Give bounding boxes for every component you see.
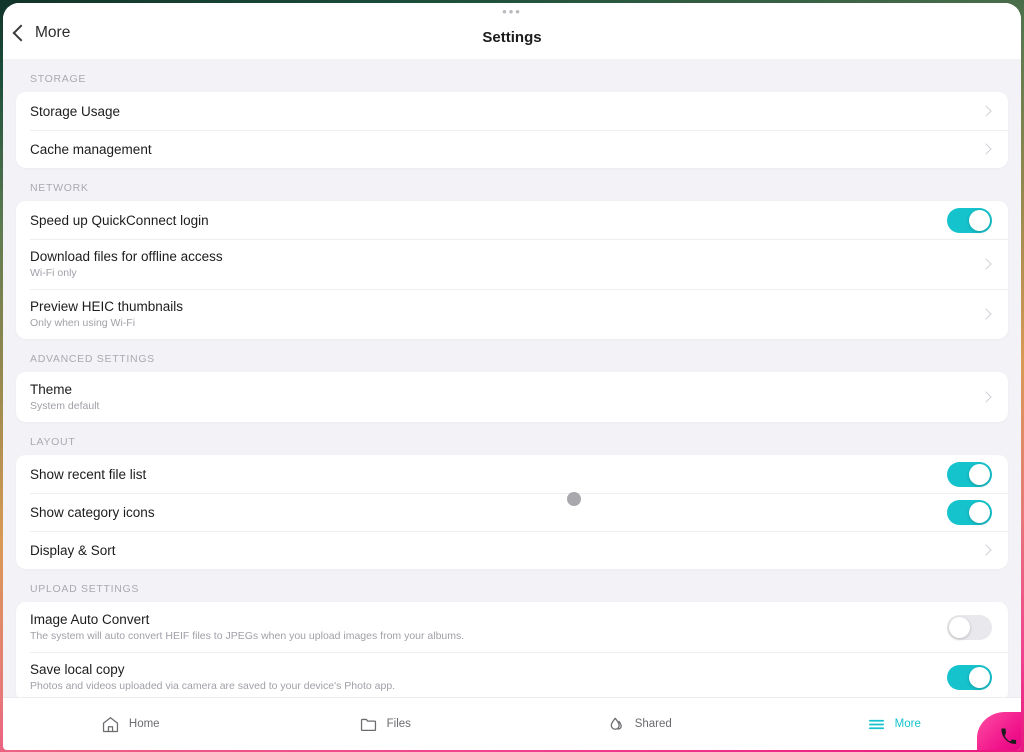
section-header-storage: STORAGE: [30, 73, 87, 85]
settings-card-layout: Show recent file list Show category icons…: [16, 455, 1008, 569]
tab-home[interactable]: Home: [3, 698, 258, 750]
row-text-block: Image Auto Convert The system will auto c…: [30, 602, 947, 652]
toggle-show-category-icons[interactable]: [947, 499, 992, 525]
row-title: Speed up QuickConnect login: [30, 212, 209, 228]
chevron-right-icon: [980, 258, 992, 270]
tab-label: Shared: [634, 718, 672, 730]
settings-card-network: Speed up QuickConnect login Download file…: [16, 201, 1008, 339]
chevron-right-icon: [980, 308, 992, 320]
toggle-knob: [969, 463, 990, 485]
toggle-knob: [969, 666, 990, 688]
row-text-block: Save local copy Photos and videos uploade…: [30, 652, 947, 697]
toggle-knob: [969, 209, 990, 231]
page-title: Settings: [482, 29, 542, 46]
bottom-tab-bar: Home Files Shared More: [3, 697, 1021, 750]
sheet-grabber-dots[interactable]: •••: [3, 5, 1021, 18]
chevron-right-icon: [980, 143, 992, 155]
toggle-knob: [969, 501, 990, 523]
row-title: Download files for offline access: [30, 249, 223, 264]
settings-card-storage: Storage Usage Cache management: [16, 92, 1008, 168]
settings-row-storage-usage[interactable]: Storage Usage: [16, 92, 1008, 130]
row-subtitle: Only when using Wi-Fi: [30, 317, 136, 329]
row-title: Preview HEIC thumbnails: [30, 299, 184, 314]
settings-row-cache-management[interactable]: Cache management: [16, 130, 1008, 168]
settings-row-save-local-copy[interactable]: Save local copy Photos and videos uploade…: [16, 652, 1008, 697]
settings-card-upload-settings: Image Auto Convert The system will auto c…: [16, 602, 1008, 697]
settings-row-preview-heic-thumbnails[interactable]: Preview HEIC thumbnails Only when using W…: [16, 289, 1008, 339]
row-subtitle: Wi-Fi only: [30, 267, 77, 279]
section-header-upload-settings: UPLOAD SETTINGS: [30, 583, 140, 595]
row-title: Theme: [30, 382, 73, 397]
row-subtitle: Photos and videos uploaded via camera ar…: [30, 680, 396, 692]
settings-row-theme[interactable]: Theme System default: [16, 372, 1008, 422]
row-text-block: Storage Usage: [30, 94, 982, 129]
row-text-block: Download files for offline access Wi-Fi o…: [30, 239, 982, 289]
settings-scroll-area[interactable]: STORAGE Storage Usage Cache management NETW…: [3, 59, 1021, 697]
tab-label: Home: [128, 718, 160, 730]
tab-shared[interactable]: Shared: [512, 698, 767, 750]
row-title: Storage Usage: [30, 103, 121, 119]
row-title: Display & Sort: [30, 542, 116, 558]
settings-row-show-category-icons[interactable]: Show category icons: [16, 493, 1008, 531]
settings-row-download-files-for-offline-access[interactable]: Download files for offline access Wi-Fi o…: [16, 239, 1008, 289]
row-title: Cache management: [30, 141, 152, 157]
folder-icon: [360, 718, 376, 731]
tab-label: Files: [386, 718, 411, 730]
chevron-right-icon: [980, 544, 992, 556]
shared-icon: [610, 717, 622, 730]
top-navigation-bar: ••• More Settings: [3, 3, 1021, 59]
toggle-image-auto-convert[interactable]: [947, 614, 992, 640]
home-icon: [102, 716, 119, 732]
row-title: Show category icons: [30, 504, 155, 520]
chevron-right-icon: [980, 391, 992, 403]
device-bezel: ••• More Settings STORAGE Storage Usage Ca…: [0, 0, 1024, 752]
row-subtitle: System default: [30, 400, 100, 412]
section-header-network: NETWORK: [30, 182, 89, 194]
row-subtitle: The system will auto convert HEIF files …: [30, 630, 465, 642]
row-title: Image Auto Convert: [30, 612, 150, 627]
row-title: Show recent file list: [30, 466, 147, 482]
settings-row-show-recent-file-list[interactable]: Show recent file list: [16, 455, 1008, 493]
toggle-show-recent-file-list[interactable]: [947, 461, 992, 487]
section-header-layout: LAYOUT: [30, 436, 76, 448]
settings-row-image-auto-convert[interactable]: Image Auto Convert The system will auto c…: [16, 602, 1008, 652]
row-text-block: Theme System default: [30, 372, 982, 422]
settings-row-speed-up-quickconnect-login[interactable]: Speed up QuickConnect login: [16, 201, 1008, 239]
row-text-block: Speed up QuickConnect login: [30, 203, 947, 238]
hamburger-icon: [868, 719, 884, 729]
row-text-block: Display & Sort: [30, 533, 982, 568]
row-text-block: Show category icons: [30, 495, 947, 530]
row-title: Save local copy: [30, 662, 125, 677]
settings-row-display-and-sort[interactable]: Display & Sort: [16, 531, 1008, 569]
chevron-right-icon: [980, 105, 992, 117]
tab-label: More: [894, 718, 921, 730]
row-text-block: Preview HEIC thumbnails Only when using W…: [30, 289, 982, 339]
tab-more[interactable]: More: [767, 698, 1022, 750]
toggle-save-local-copy[interactable]: [947, 664, 992, 690]
settings-card-advanced-settings: Theme System default: [16, 372, 1008, 422]
screen: ••• More Settings STORAGE Storage Usage Ca…: [3, 3, 1021, 750]
row-text-block: Cache management: [30, 132, 982, 167]
tab-files[interactable]: Files: [258, 698, 513, 750]
section-header-advanced-settings: ADVANCED SETTINGS: [30, 353, 155, 365]
toggle-knob: [949, 616, 970, 638]
row-text-block: Show recent file list: [30, 457, 947, 492]
toggle-speed-up-quickconnect-login[interactable]: [947, 207, 992, 233]
